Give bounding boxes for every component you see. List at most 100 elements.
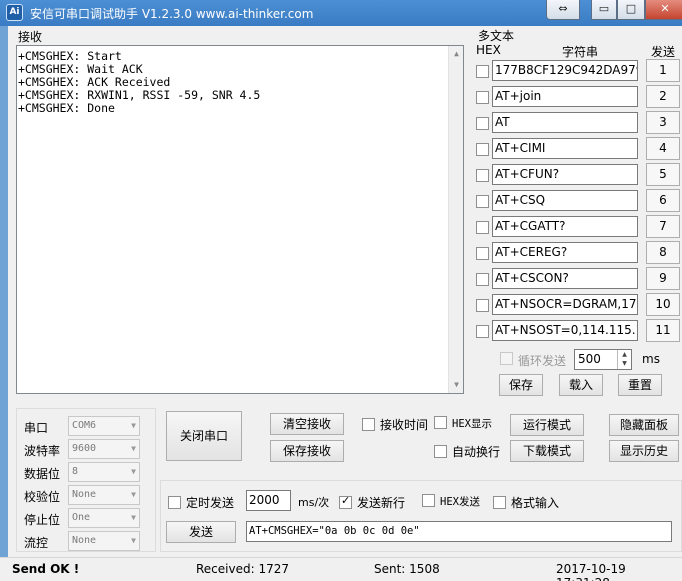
scroll-down-icon[interactable]: ▼: [449, 377, 464, 393]
received-count: Received: 1727: [196, 562, 289, 576]
hex-column-header: HEX: [476, 43, 501, 57]
parity-select[interactable]: None ▼: [68, 485, 140, 505]
baud-rate-value: 9600: [72, 443, 97, 454]
command-input[interactable]: 177B8CF129C942DA979": [492, 60, 638, 81]
receive-time-label: 接收时间: [380, 418, 429, 432]
command-input[interactable]: AT+join: [492, 86, 638, 107]
hex-checkbox[interactable]: [476, 221, 489, 234]
cycle-send-checkbox[interactable]: [500, 352, 513, 365]
hex-display-label: HEX显示: [452, 418, 492, 430]
receive-caption: 接收: [18, 30, 43, 44]
send-command-button[interactable]: 9: [646, 267, 680, 290]
send-command-button[interactable]: 4: [646, 137, 680, 160]
hex-send-label: HEX发送: [440, 496, 480, 508]
clear-receive-button[interactable]: 清空接收: [270, 413, 344, 435]
hex-send-checkbox[interactable]: HEX发送: [422, 494, 480, 510]
baud-rate-select[interactable]: 9600 ▼: [68, 439, 140, 459]
command-input[interactable]: AT+NSOST=0,114.115.14: [492, 320, 638, 341]
multi-row: AT+NSOST=0,114.115.14 11: [470, 319, 682, 343]
command-input[interactable]: AT: [492, 112, 638, 133]
receive-scrollbar[interactable]: ▲ ▼: [448, 46, 463, 393]
send-command-button[interactable]: 10: [646, 293, 680, 316]
send-column-header: 发送: [651, 45, 676, 59]
port-value: COM6: [72, 420, 97, 431]
send-command-button[interactable]: 1: [646, 59, 680, 82]
format-input-checkbox[interactable]: 格式输入: [493, 494, 559, 510]
send-interval-input[interactable]: 2000: [246, 490, 291, 511]
send-command-button[interactable]: 11: [646, 319, 680, 342]
multi-row: AT+join 2: [470, 85, 682, 109]
command-input[interactable]: AT+CIMI: [492, 138, 638, 159]
send-command-button[interactable]: 5: [646, 163, 680, 186]
command-input[interactable]: AT+CSQ: [492, 190, 638, 211]
command-input[interactable]: AT+CSCON?: [492, 268, 638, 289]
multi-row: AT+NSOCR=DGRAM,17,4 10: [470, 293, 682, 317]
cycle-send-label: 循环发送: [518, 354, 567, 368]
maximize-button[interactable]: □: [617, 0, 645, 20]
stop-bits-select[interactable]: One ▼: [68, 508, 140, 528]
format-input-label: 格式输入: [511, 496, 560, 510]
stop-bits-label: 停止位: [24, 513, 61, 527]
close-port-button[interactable]: 关闭串口: [166, 411, 242, 461]
send-text-input[interactable]: AT+CMSGHEX="0a 0b 0c 0d 0e": [246, 521, 672, 542]
timed-send-checkbox[interactable]: 定时发送: [168, 494, 234, 510]
save-button[interactable]: 保存: [499, 374, 543, 396]
restore-icon[interactable]: ⇔: [546, 0, 580, 20]
dropdown-arrow-icon: ▼: [131, 536, 136, 545]
multi-row: AT+CIMI 4: [470, 137, 682, 161]
interval-unit-label: ms/次: [298, 496, 330, 509]
command-input[interactable]: AT+CGATT?: [492, 216, 638, 237]
receive-time-checkbox[interactable]: 接收时间: [362, 416, 428, 432]
multi-text-caption: 多文本: [478, 29, 515, 43]
show-history-button[interactable]: 显示历史: [609, 440, 679, 462]
checkbox-box: [493, 496, 506, 509]
data-bits-value: 8: [72, 466, 79, 477]
send-command-button[interactable]: 6: [646, 189, 680, 212]
command-input[interactable]: AT+CFUN?: [492, 164, 638, 185]
hex-checkbox[interactable]: [476, 65, 489, 78]
save-receive-button[interactable]: 保存接收: [270, 440, 344, 462]
hex-checkbox[interactable]: [476, 117, 489, 130]
hex-checkbox[interactable]: [476, 247, 489, 260]
title-bar: Ai 安信可串口调试助手 V1.2.3.0 www.ai-thinker.com…: [0, 0, 682, 26]
close-button[interactable]: ✕: [645, 0, 682, 20]
run-mode-button[interactable]: 运行模式: [510, 414, 584, 436]
port-label: 串口: [24, 421, 49, 435]
hide-panel-button[interactable]: 隐藏面板: [609, 414, 679, 436]
download-mode-button[interactable]: 下载模式: [510, 440, 584, 462]
command-input[interactable]: AT+CEREG?: [492, 242, 638, 263]
scroll-up-icon[interactable]: ▲: [449, 46, 464, 62]
send-newline-checkbox[interactable]: 发送新行: [339, 494, 405, 510]
hex-checkbox[interactable]: [476, 299, 489, 312]
string-column-header: 字符串: [562, 45, 599, 59]
flow-control-label: 流控: [24, 536, 49, 550]
baud-rate-label: 波特率: [24, 444, 61, 458]
load-button[interactable]: 载入: [559, 374, 603, 396]
hex-checkbox[interactable]: [476, 325, 489, 338]
hex-checkbox[interactable]: [476, 169, 489, 182]
minimize-button[interactable]: ▭: [591, 0, 617, 20]
send-command-button[interactable]: 8: [646, 241, 680, 264]
hex-checkbox[interactable]: [476, 91, 489, 104]
send-button[interactable]: 发送: [166, 521, 236, 543]
port-select[interactable]: COM6 ▼: [68, 416, 140, 436]
send-command-button[interactable]: 7: [646, 215, 680, 238]
port-setting-row: 数据位 8 ▼: [24, 462, 144, 482]
hex-checkbox[interactable]: [476, 273, 489, 286]
reset-button[interactable]: 重置: [618, 374, 662, 396]
auto-newline-checkbox[interactable]: 自动换行: [434, 443, 500, 459]
receive-textarea[interactable]: +CMSGHEX: Start +CMSGHEX: Wait ACK +CMSG…: [16, 45, 464, 394]
hex-checkbox[interactable]: [476, 195, 489, 208]
interval-spinner[interactable]: ▲ ▼: [617, 350, 631, 369]
send-command-button[interactable]: 3: [646, 111, 680, 134]
checkbox-box: [434, 416, 447, 429]
send-command-button[interactable]: 2: [646, 85, 680, 108]
command-input[interactable]: AT+NSOCR=DGRAM,17,4: [492, 294, 638, 315]
port-setting-row: 流控 None ▼: [24, 531, 144, 551]
hex-checkbox[interactable]: [476, 143, 489, 156]
dropdown-arrow-icon: ▼: [131, 513, 136, 522]
data-bits-select[interactable]: 8 ▼: [68, 462, 140, 482]
hex-display-checkbox[interactable]: HEX显示: [434, 416, 492, 432]
flow-control-select[interactable]: None ▼: [68, 531, 140, 551]
sent-count: Sent: 1508: [374, 562, 440, 576]
